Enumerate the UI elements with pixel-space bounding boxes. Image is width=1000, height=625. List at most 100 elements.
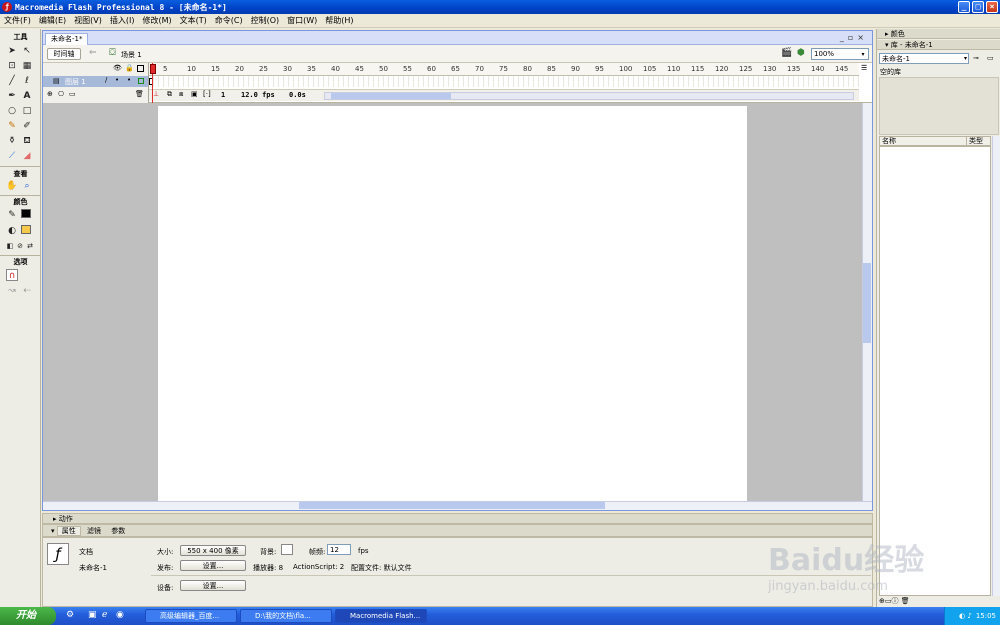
layer-row[interactable]: ▤ 图层 1 / • • xyxy=(43,76,148,87)
taskbar-item-explorer[interactable]: D:\我的文档\fla... xyxy=(240,609,332,623)
library-select[interactable]: 未命名-1 ▾ xyxy=(879,53,969,64)
oval-tool-icon[interactable]: ○ xyxy=(6,105,18,117)
edit-multiple-icon[interactable]: ▣ xyxy=(191,90,198,98)
fps-input[interactable]: 12 xyxy=(327,544,351,555)
zoom-tool-icon[interactable]: ⌕ xyxy=(21,180,33,192)
layer-name[interactable]: 图层 1 xyxy=(65,77,86,87)
frame-row[interactable] xyxy=(149,76,859,87)
trash-icon[interactable]: 🗑 xyxy=(135,90,144,98)
menu-text[interactable]: 文本(T) xyxy=(176,15,211,26)
stage-hscroll[interactable] xyxy=(43,501,872,510)
quicklaunch-icon[interactable]: ⚙ xyxy=(66,610,74,620)
menu-window[interactable]: 窗口(W) xyxy=(283,15,321,26)
lock-icon[interactable]: 🔒 xyxy=(125,64,134,72)
fill-transform-icon[interactable]: ▦ xyxy=(21,60,33,72)
close-button[interactable]: × xyxy=(986,1,998,13)
add-layer-icon[interactable]: ⊕ xyxy=(47,90,53,98)
quicklaunch-media-icon[interactable]: ◉ xyxy=(116,610,124,620)
subselect-tool-icon[interactable]: ↖ xyxy=(21,45,33,57)
size-button[interactable]: 550 x 400 像素 xyxy=(180,545,246,556)
eraser-icon[interactable]: ◢ xyxy=(21,150,33,162)
title-bar[interactable]: ƒ Macromedia Flash Professional 8 - [未命名… xyxy=(0,0,1000,14)
library-vscroll[interactable] xyxy=(992,136,1000,596)
hand-tool-icon[interactable]: ✋ xyxy=(6,180,18,192)
menu-edit[interactable]: 编辑(E) xyxy=(35,15,70,26)
taskbar-item-browser[interactable]: 高级编辑器_百度... xyxy=(145,609,237,623)
tab-params[interactable]: 参数 xyxy=(107,527,129,535)
layer-visible-dot[interactable]: • xyxy=(115,76,119,84)
back-arrow-icon[interactable]: ⇐ xyxy=(89,48,97,58)
edit-scene-icon[interactable]: 🎬 xyxy=(781,48,792,58)
col-type[interactable]: 类型 xyxy=(966,137,983,146)
line-tool-icon[interactable]: ╱ xyxy=(6,75,18,87)
scroll-thumb[interactable] xyxy=(299,502,605,509)
add-guide-icon[interactable]: ⎔ xyxy=(58,90,64,98)
pen-tool-icon[interactable]: ✒ xyxy=(6,90,18,102)
menu-insert[interactable]: 插入(I) xyxy=(106,15,139,26)
smooth-icon[interactable]: ↝ xyxy=(6,285,18,297)
stroke-color-icon[interactable]: ✎ xyxy=(6,209,18,221)
text-tool-icon[interactable]: A xyxy=(21,90,33,102)
menu-control[interactable]: 控制(O) xyxy=(247,15,284,26)
chevron-down-icon[interactable]: ▾ xyxy=(858,49,868,59)
lasso-tool-icon[interactable]: ℓ xyxy=(21,75,33,87)
eye-icon[interactable]: 👁 xyxy=(113,64,122,72)
eyedropper-icon[interactable]: ⟋ xyxy=(6,150,18,162)
scroll-thumb[interactable] xyxy=(863,263,871,343)
timeline-toggle-button[interactable]: 时间轴 xyxy=(47,48,81,60)
minimize-button[interactable]: _ xyxy=(958,1,970,13)
pencil-tool-icon[interactable]: ✎ xyxy=(6,120,18,132)
document-window-controls[interactable]: _▫× xyxy=(840,33,868,42)
layer-lock-dot[interactable]: • xyxy=(127,76,131,84)
document-tab[interactable]: 未命名-1* xyxy=(45,33,89,45)
onion-markers-icon[interactable]: [·] xyxy=(203,90,211,98)
arrow-tool-icon[interactable]: ➤ xyxy=(6,45,18,57)
playhead[interactable] xyxy=(150,63,156,103)
timeline-menu-icon[interactable]: ☰ xyxy=(861,64,867,72)
stage-vscroll[interactable] xyxy=(862,103,872,501)
add-folder-icon[interactable]: ▭ xyxy=(69,90,76,98)
scroll-thumb[interactable] xyxy=(331,93,451,99)
straighten-icon[interactable]: ⇠ xyxy=(21,285,33,297)
maximize-button[interactable]: □ xyxy=(972,1,984,13)
library-panel-header[interactable]: ▾ 库 - 未命名-1 xyxy=(877,40,1000,50)
menu-file[interactable]: 文件(F) xyxy=(0,15,35,26)
onion-skin-icon[interactable]: ⧉ xyxy=(167,90,172,99)
publish-settings-button[interactable]: 设置... xyxy=(180,560,246,571)
quicklaunch-desktop-icon[interactable]: ▣ xyxy=(88,610,97,620)
menu-view[interactable]: 视图(V) xyxy=(70,15,106,26)
rectangle-tool-icon[interactable]: □ xyxy=(21,105,33,117)
paint-bucket-icon[interactable]: ⛾ xyxy=(21,135,33,147)
layer-outline-box[interactable] xyxy=(138,78,144,84)
new-library-icon[interactable]: ▭ xyxy=(987,54,994,62)
fill-color-swatch[interactable] xyxy=(21,225,31,234)
tray-icons[interactable]: ◐ ♪ xyxy=(959,612,972,620)
pin-icon[interactable]: ⊸ xyxy=(973,54,979,62)
tab-properties[interactable]: 属性 xyxy=(56,526,81,536)
frame-ruler[interactable]: 5 10 15 20 25 30 35 40 45 50 55 60 65 70 75 80 85 90 95 100… xyxy=(149,63,859,76)
device-settings-button[interactable]: 设置... xyxy=(180,580,246,591)
background-color-swatch[interactable] xyxy=(281,544,293,555)
snap-magnet-icon[interactable]: ∩ xyxy=(6,269,18,281)
outline-icon[interactable] xyxy=(137,65,144,72)
timeline-hscroll[interactable] xyxy=(324,92,854,100)
menu-commands[interactable]: 命令(C) xyxy=(211,15,247,26)
menu-modify[interactable]: 修改(M) xyxy=(138,15,175,26)
taskbar-item-flash[interactable]: Macromedia Flash... xyxy=(335,609,427,623)
start-button[interactable]: 开始 xyxy=(0,607,56,625)
onion-outline-icon[interactable]: ⧈ xyxy=(179,90,183,99)
col-name[interactable]: 名称 xyxy=(882,137,896,146)
ink-bottle-icon[interactable]: ⚱ xyxy=(6,135,18,147)
library-list[interactable] xyxy=(879,146,991,596)
actions-panel-header[interactable]: ▸ 动作 xyxy=(42,513,873,524)
brush-tool-icon[interactable]: ✐ xyxy=(21,120,33,132)
collapse-arrow-icon[interactable]: ▾ xyxy=(43,527,57,535)
quicklaunch-ie-icon[interactable]: ℯ xyxy=(102,610,107,620)
color-panel-header[interactable]: ▸ 颜色 xyxy=(877,29,1000,39)
chevron-down-icon[interactable]: ▾ xyxy=(964,54,967,64)
swap-colors-icon[interactable]: ⇄ xyxy=(24,240,36,252)
zoom-select[interactable]: 100% ▾ xyxy=(811,48,869,60)
free-transform-icon[interactable]: ⊡ xyxy=(6,60,18,72)
fill-color-icon[interactable]: ◐ xyxy=(6,225,18,237)
menu-help[interactable]: 帮助(H) xyxy=(321,15,357,26)
